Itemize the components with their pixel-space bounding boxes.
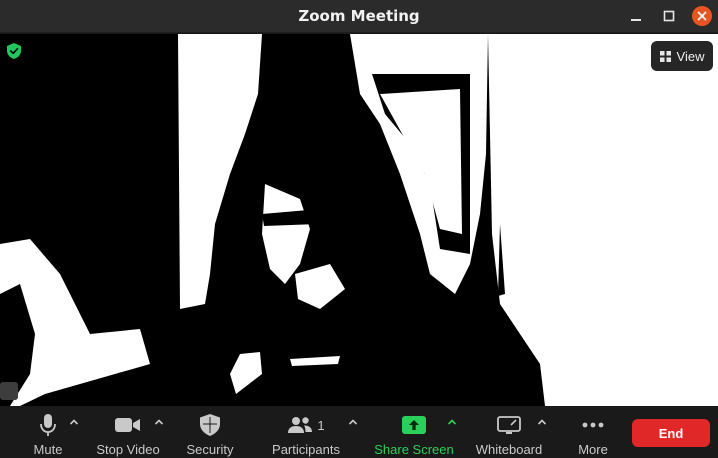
grid-view-icon: [659, 50, 671, 62]
title-bar: Zoom Meeting: [0, 0, 718, 33]
security-button[interactable]: Security: [181, 406, 239, 458]
mute-button[interactable]: Mute: [28, 406, 68, 458]
maximize-icon: [663, 10, 675, 22]
video-options-chevron-up-icon[interactable]: [153, 416, 165, 428]
more-label: More: [578, 442, 608, 457]
participants-button[interactable]: 1 Participants: [268, 406, 344, 458]
view-label: View: [676, 48, 705, 64]
video-feed: View: [0, 34, 718, 406]
participants-icon: [288, 417, 313, 433]
participants-options-chevron-up-icon[interactable]: [347, 416, 359, 428]
whiteboard-options-chevron-up-icon[interactable]: [536, 416, 548, 428]
security-label: Security: [186, 442, 234, 457]
window-title: Zoom Meeting: [298, 7, 420, 25]
close-icon: [692, 6, 712, 26]
close-button[interactable]: [692, 6, 712, 26]
view-button[interactable]: View: [651, 41, 713, 71]
meeting-toolbar: Mute Stop Video Security 1 Participants …: [0, 406, 718, 458]
participants-count: 1: [317, 417, 325, 433]
participants-label: Participants: [272, 442, 340, 457]
whiteboard-button[interactable]: Whiteboard: [472, 406, 546, 458]
minimize-button[interactable]: [626, 6, 646, 26]
share-screen-button[interactable]: Share Screen: [372, 406, 456, 458]
stop-video-button[interactable]: Stop Video: [92, 406, 164, 458]
share-arrow-icon: [402, 416, 426, 434]
mute-label: Mute: [33, 442, 63, 457]
pin-icon[interactable]: [0, 382, 18, 400]
share-options-chevron-up-icon[interactable]: [446, 416, 458, 428]
encryption-shield-icon[interactable]: [7, 43, 21, 59]
video-camera-icon: [115, 418, 140, 432]
security-shield-icon: [200, 414, 220, 436]
minimize-icon: [631, 19, 641, 21]
whiteboard-label: Whiteboard: [475, 442, 543, 457]
mic-icon: [40, 414, 56, 436]
mute-options-chevron-up-icon[interactable]: [68, 416, 80, 428]
more-dots-icon: [582, 422, 604, 428]
end-meeting-button[interactable]: End: [632, 419, 710, 447]
maximize-button[interactable]: [659, 6, 679, 26]
more-button[interactable]: More: [572, 406, 614, 458]
share-screen-label: Share Screen: [374, 442, 454, 457]
participant-video-image: [0, 34, 718, 406]
stop-video-label: Stop Video: [96, 442, 160, 457]
whiteboard-icon: [497, 416, 521, 434]
